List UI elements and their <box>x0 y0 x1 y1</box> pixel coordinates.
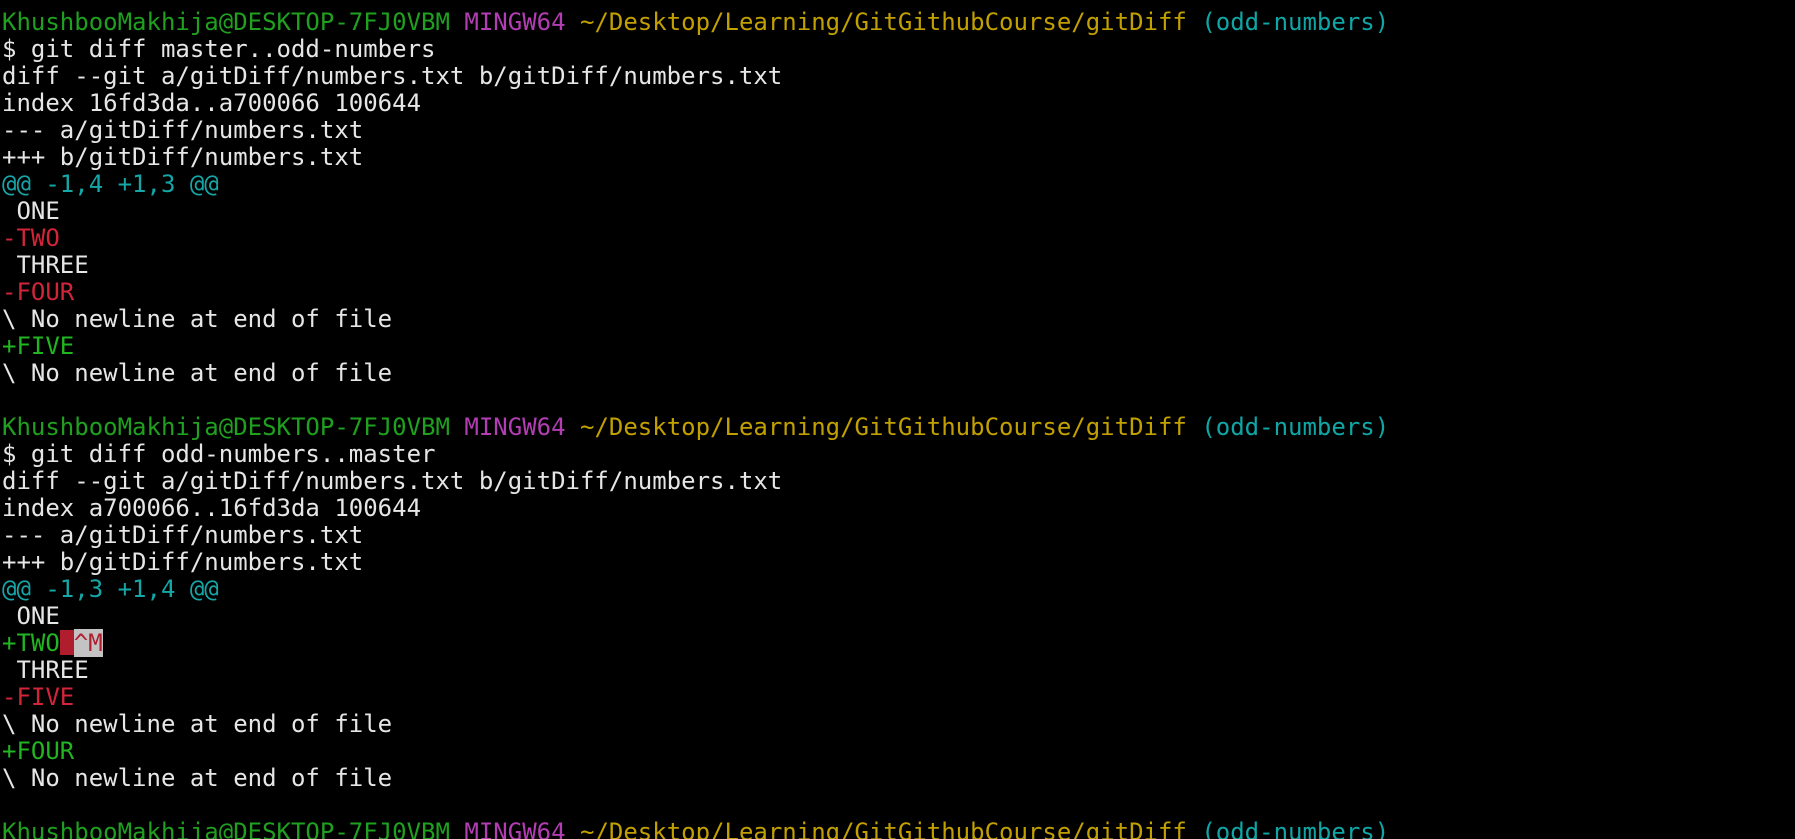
diff-header: diff --git a/gitDiff/numbers.txt b/gitDi… <box>2 467 783 495</box>
diff-old-file: --- a/gitDiff/numbers.txt <box>2 116 364 144</box>
whitespace-error-marker <box>59 630 74 655</box>
diff-removed-line: -FOUR <box>2 278 75 306</box>
prompt-branch: (odd-numbers) <box>1201 819 1390 839</box>
prompt-path: ~/Desktop/Learning/GitGithubCourse/gitDi… <box>580 819 1187 839</box>
diff-added-line: +FOUR <box>2 737 75 765</box>
command-line: $ git diff odd-numbers..master <box>2 440 436 468</box>
diff-no-newline-note: \ No newline at end of file <box>2 764 393 792</box>
prompt-line-partial: KhushbooMakhija@DESKTOP-7FJ0VBM MINGW64 … <box>2 819 1792 839</box>
diff-added-text: +TWO <box>2 629 60 657</box>
diff-hunk-header: @@ -1,3 +1,4 @@ <box>2 575 219 603</box>
diff-context-line: THREE <box>2 251 89 279</box>
prompt-line: KhushbooMakhija@DESKTOP-7FJ0VBM MINGW64 … <box>2 414 1792 441</box>
diff-added-line-with-cr: +TWO ^M <box>2 629 1792 657</box>
diff-new-file: +++ b/gitDiff/numbers.txt <box>2 143 364 171</box>
carriage-return-marker: ^M <box>73 629 103 657</box>
diff-context-line: ONE <box>2 197 60 225</box>
prompt-path: ~/Desktop/Learning/GitGithubCourse/gitDi… <box>580 8 1187 36</box>
diff-context-line: ONE <box>2 602 60 630</box>
prompt-shell: MINGW64 <box>464 413 566 441</box>
prompt-line: KhushbooMakhija@DESKTOP-7FJ0VBM MINGW64 … <box>2 9 1792 36</box>
prompt-branch: (odd-numbers) <box>1201 8 1390 36</box>
prompt-user-host: KhushbooMakhija@DESKTOP-7FJ0VBM <box>2 413 450 441</box>
terminal-window[interactable]: KhushbooMakhija@DESKTOP-7FJ0VBM MINGW64 … <box>2 9 1792 839</box>
prompt-path: ~/Desktop/Learning/GitGithubCourse/gitDi… <box>580 413 1187 441</box>
diff-hunk-header: @@ -1,4 +1,3 @@ <box>2 170 219 198</box>
diff-removed-line: -TWO <box>2 224 60 252</box>
diff-old-file: --- a/gitDiff/numbers.txt <box>2 521 364 549</box>
diff-no-newline-note: \ No newline at end of file <box>2 359 393 387</box>
diff-index: index a700066..16fd3da 100644 <box>2 494 422 522</box>
diff-index: index 16fd3da..a700066 100644 <box>2 89 422 117</box>
prompt-branch: (odd-numbers) <box>1201 413 1390 441</box>
diff-added-line: +FIVE <box>2 332 75 360</box>
prompt-user-host: KhushbooMakhija@DESKTOP-7FJ0VBM <box>2 819 450 839</box>
diff-no-newline-note: \ No newline at end of file <box>2 710 393 738</box>
command-line: $ git diff master..odd-numbers <box>2 35 436 63</box>
prompt-shell: MINGW64 <box>464 8 566 36</box>
diff-no-newline-note: \ No newline at end of file <box>2 305 393 333</box>
diff-header: diff --git a/gitDiff/numbers.txt b/gitDi… <box>2 62 783 90</box>
prompt-user-host: KhushbooMakhija@DESKTOP-7FJ0VBM <box>2 8 450 36</box>
diff-removed-line: -FIVE <box>2 683 75 711</box>
diff-context-line: THREE <box>2 656 89 684</box>
diff-new-file: +++ b/gitDiff/numbers.txt <box>2 548 364 576</box>
prompt-shell: MINGW64 <box>464 819 566 839</box>
